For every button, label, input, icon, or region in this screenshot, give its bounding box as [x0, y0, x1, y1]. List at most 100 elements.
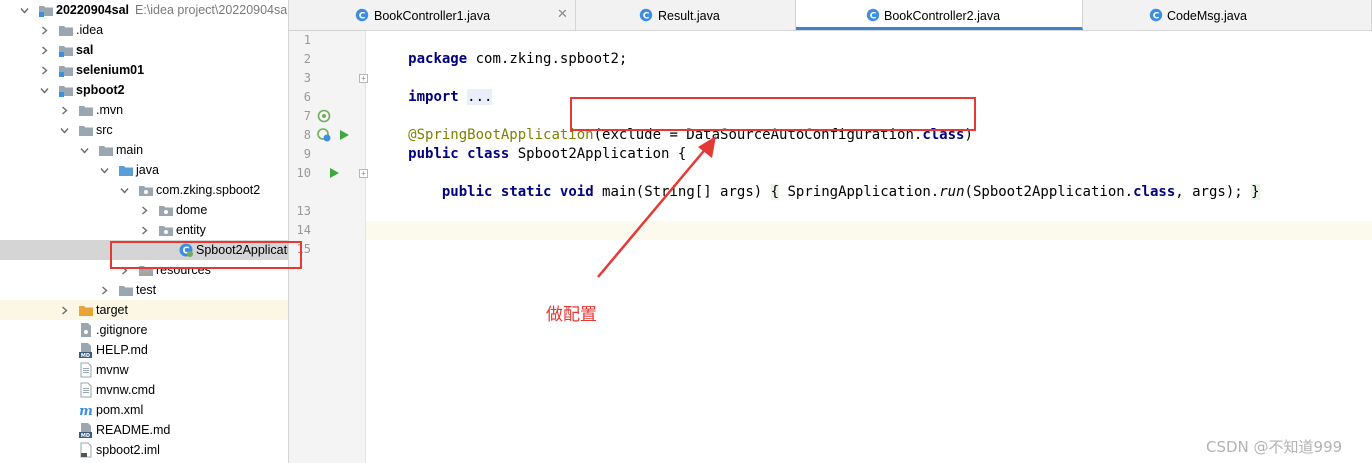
- tree-item[interactable]: spboot2.iml: [0, 440, 288, 460]
- markdown-file-icon: MD: [78, 422, 94, 438]
- package-icon: [158, 202, 174, 218]
- line-number: 8: [303, 128, 311, 142]
- text-file-icon: [78, 362, 94, 378]
- brace: }: [1251, 184, 1260, 200]
- code-text: SpringApplication.: [779, 184, 940, 200]
- chevron-right-icon[interactable]: [138, 220, 150, 240]
- chevron-right-icon[interactable]: [58, 100, 70, 120]
- run-icon[interactable]: [337, 128, 351, 142]
- code-text: (Spboot2Application.: [964, 184, 1134, 200]
- tree-item[interactable]: m pom.xml: [0, 400, 288, 420]
- keyword: static: [500, 184, 552, 200]
- chevron-down-icon[interactable]: [58, 120, 70, 140]
- code-line: }: [366, 202, 1372, 238]
- tree-item[interactable]: spboot2: [0, 80, 288, 100]
- tab-label: BookController1.java: [374, 9, 491, 23]
- line-number: 6: [303, 90, 311, 104]
- chevron-right-icon[interactable]: [38, 20, 50, 40]
- java-class-icon: C: [639, 8, 653, 22]
- module-folder-icon: [58, 82, 74, 98]
- tab-bookcontroller2[interactable]: C BookController2.java: [796, 0, 1083, 30]
- spring-bean-icon[interactable]: [317, 109, 331, 123]
- gitignore-file-icon: [78, 322, 94, 338]
- tab-bookcontroller1[interactable]: C BookController1.java ✕: [289, 0, 576, 30]
- tree-item[interactable]: mvnw.cmd: [0, 380, 288, 400]
- tree-item-label: README.md: [96, 423, 171, 437]
- tree-item[interactable]: src: [0, 120, 288, 140]
- tree-item[interactable]: com.zking.spboot2: [0, 180, 288, 200]
- annotation-note: 做配置: [546, 305, 597, 325]
- tree-item-label: .mvn: [96, 103, 124, 117]
- tree-item[interactable]: MD HELP.md: [0, 340, 288, 360]
- svg-text:C: C: [643, 11, 650, 21]
- keyword: package: [408, 51, 468, 67]
- tree-item[interactable]: sal: [0, 40, 288, 60]
- chevron-right-icon[interactable]: [98, 280, 110, 300]
- highlight-box-application: [110, 241, 302, 269]
- tree-item-label: test: [136, 283, 157, 297]
- tree-item-label: 20220904sal E:\idea project\20220904sal: [56, 3, 289, 17]
- chevron-down-icon[interactable]: [98, 160, 110, 180]
- module-folder-icon: [58, 42, 74, 58]
- tree-item[interactable]: target: [0, 300, 288, 320]
- tab-label: CodeMsg.java: [1167, 9, 1247, 23]
- tab-result[interactable]: C Result.java: [576, 0, 796, 30]
- line-number: 10: [296, 166, 311, 180]
- source-folder-icon: [118, 162, 134, 178]
- tree-item-label: src: [96, 123, 113, 137]
- line-number: 14: [296, 223, 311, 237]
- run-icon[interactable]: [327, 166, 341, 180]
- tree-item[interactable]: .mvn: [0, 100, 288, 120]
- current-line: [366, 221, 1372, 240]
- keyword: void: [559, 184, 594, 200]
- svg-text:C: C: [1153, 11, 1160, 21]
- tree-item[interactable]: 20220904sal E:\idea project\20220904sal: [0, 0, 288, 20]
- chevron-right-icon[interactable]: [138, 200, 150, 220]
- chevron-right-icon[interactable]: [58, 300, 70, 320]
- maven-file-icon: m: [78, 402, 94, 418]
- tree-item[interactable]: .idea: [0, 20, 288, 40]
- tree-item[interactable]: selenium01: [0, 60, 288, 80]
- folder-icon: [118, 282, 134, 298]
- folder-icon: [78, 122, 94, 138]
- folder-icon: [78, 102, 94, 118]
- package-icon: [158, 222, 174, 238]
- svg-text:C: C: [870, 11, 877, 21]
- code-line: package com.zking.spboot2;: [366, 31, 1372, 67]
- tree-item-label: spboot2.iml: [96, 443, 160, 457]
- tree-item-label: java: [136, 163, 159, 177]
- chevron-down-icon[interactable]: [18, 0, 30, 20]
- chevron-right-icon[interactable]: [38, 60, 50, 80]
- tab-codemsg[interactable]: C CodeMsg.java: [1083, 0, 1372, 30]
- chevron-right-icon[interactable]: [38, 40, 50, 60]
- code-line: import ...: [366, 69, 1372, 105]
- code-text: main(String[] args): [593, 184, 771, 200]
- line-number: 13: [296, 204, 311, 218]
- tree-item[interactable]: mvnw: [0, 360, 288, 380]
- line-number: 3: [303, 71, 311, 85]
- watermark: CSDN @不知道999: [1206, 438, 1343, 456]
- tree-item[interactable]: .gitignore: [0, 320, 288, 340]
- close-icon[interactable]: ✕: [557, 7, 568, 21]
- chevron-down-icon[interactable]: [78, 140, 90, 160]
- keyword: public: [441, 184, 493, 200]
- chevron-down-icon[interactable]: [118, 180, 130, 200]
- tree-item-label: .gitignore: [96, 323, 148, 337]
- svg-text:C: C: [359, 11, 366, 21]
- tree-item[interactable]: entity: [0, 220, 288, 240]
- tree-item[interactable]: java: [0, 160, 288, 180]
- module-folder-icon: [58, 62, 74, 78]
- tree-item[interactable]: dome: [0, 200, 288, 220]
- tree-item-label: sal: [76, 43, 94, 57]
- tree-item[interactable]: main: [0, 140, 288, 160]
- tree-item-label: mvnw.cmd: [96, 383, 156, 397]
- module-folder-icon: [38, 2, 54, 18]
- tree-item[interactable]: MD README.md: [0, 420, 288, 440]
- code-editor[interactable]: package com.zking.spboot2; import ... @S…: [366, 31, 1372, 463]
- folded-imports[interactable]: ...: [467, 89, 493, 105]
- chevron-down-icon[interactable]: [38, 80, 50, 100]
- spring-boot-run-icon[interactable]: [317, 128, 331, 142]
- code-text: Spboot2Application {: [509, 146, 687, 162]
- tree-item[interactable]: test: [0, 280, 288, 300]
